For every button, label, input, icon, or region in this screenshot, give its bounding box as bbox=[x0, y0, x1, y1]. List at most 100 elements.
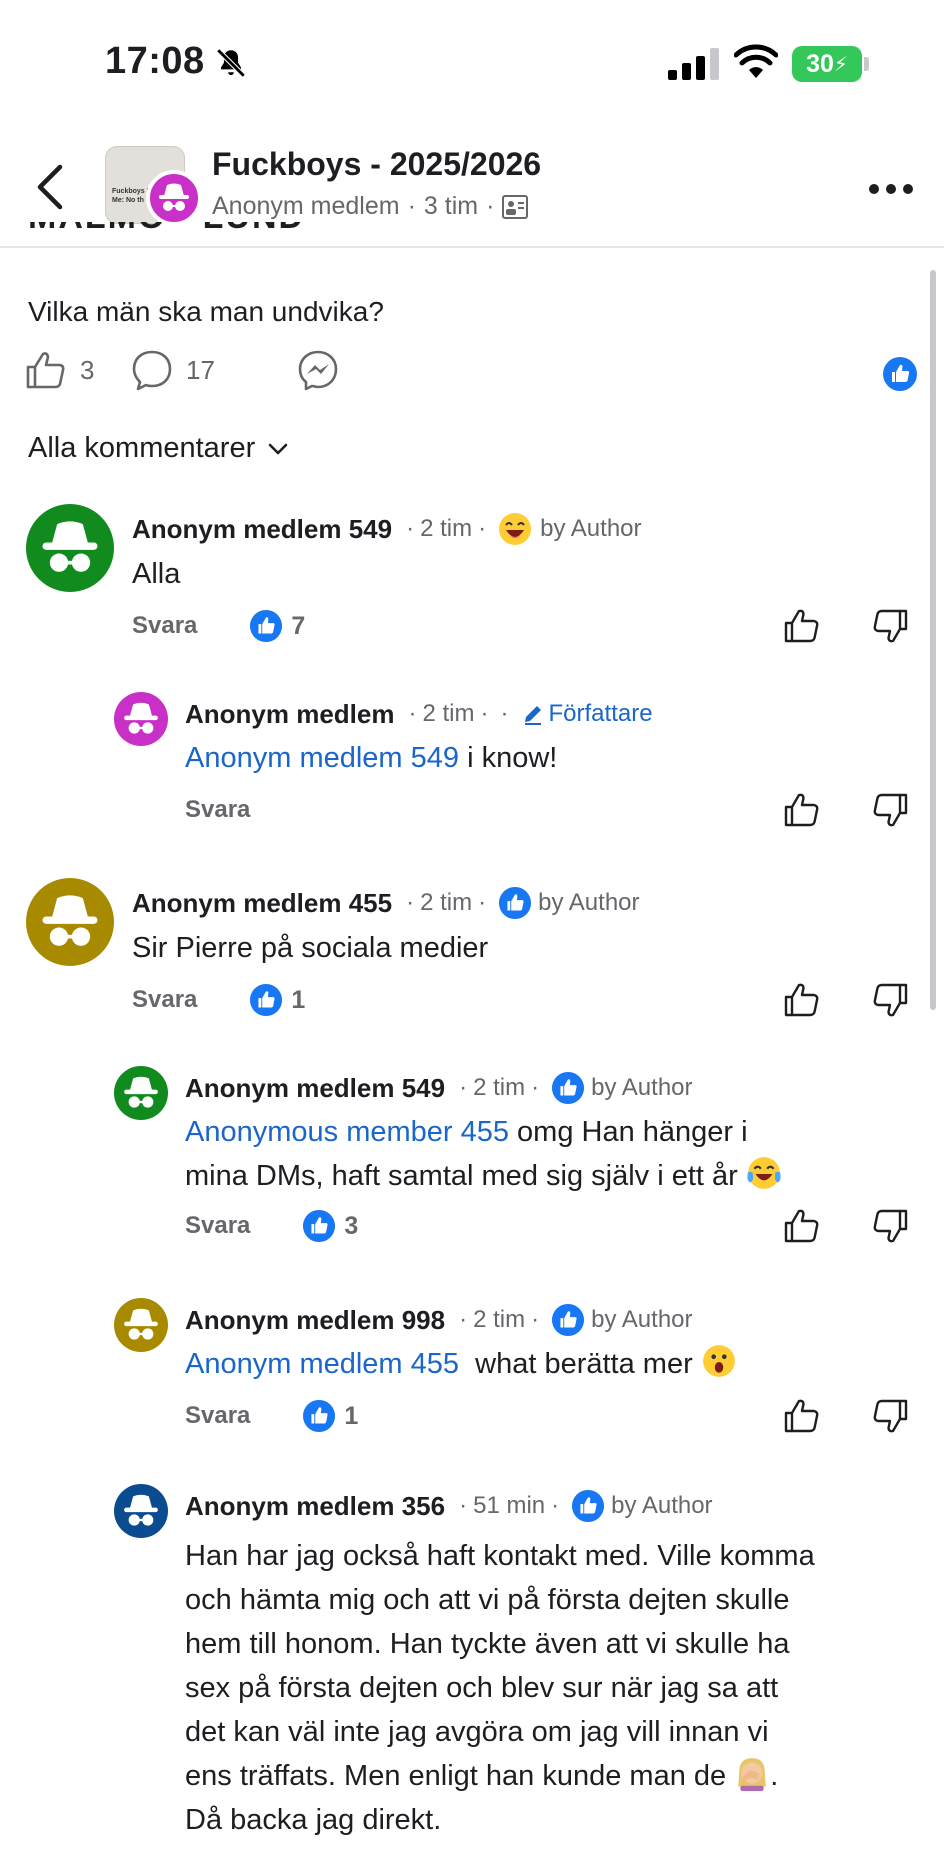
comment-body: Alla bbox=[132, 558, 181, 590]
post-comment-button[interactable]: 17 bbox=[130, 348, 215, 392]
commenter-name[interactable]: Anonym medlem 549 bbox=[132, 514, 392, 545]
group-title[interactable]: Fuckboys - 2025/2026 bbox=[212, 146, 541, 183]
downvote-icon[interactable] bbox=[870, 1396, 910, 1436]
upvote-icon[interactable] bbox=[782, 606, 822, 646]
like-reaction-badge-icon[interactable] bbox=[882, 356, 918, 392]
comment-footer: Svara 1 bbox=[132, 980, 305, 1020]
post-actions: 3 17 bbox=[24, 348, 924, 398]
comment-header: Anonym medlem 998 · 2 tim · by Author bbox=[185, 1298, 693, 1342]
comment-age: 2 tim bbox=[422, 700, 475, 727]
bell-off-icon bbox=[216, 48, 246, 78]
tears-of-joy-icon bbox=[747, 1157, 781, 1189]
commenter-name[interactable]: Anonym medlem 455 bbox=[132, 888, 392, 919]
comment-reactions[interactable]: 1 bbox=[302, 1399, 358, 1433]
comment-sort-label: Alla kommentarer bbox=[28, 432, 256, 464]
reaction-count: 7 bbox=[291, 611, 306, 640]
anonymous-icon bbox=[124, 1494, 158, 1526]
back-chevron-icon[interactable] bbox=[30, 162, 70, 212]
comment-age: 2 tim bbox=[473, 1306, 526, 1333]
upvote-icon[interactable] bbox=[782, 790, 822, 830]
downvote-icon[interactable] bbox=[870, 606, 910, 646]
battery-indicator: 30 ⚡ bbox=[792, 46, 862, 82]
post-meta: Anonym medlem · 3 tim · bbox=[212, 192, 529, 221]
post-body: Vilka män ska man undvika? bbox=[28, 296, 384, 327]
reply-button[interactable]: Svara bbox=[185, 1402, 250, 1430]
reply-button[interactable]: Svara bbox=[185, 1212, 250, 1240]
status-time: 17:08 bbox=[105, 40, 205, 82]
author-reaction-label: by Author bbox=[538, 889, 640, 916]
reaction-count: 1 bbox=[291, 985, 306, 1014]
commenter-avatar[interactable] bbox=[114, 1066, 168, 1120]
upvote-icon[interactable] bbox=[782, 1206, 822, 1246]
anonymous-icon bbox=[124, 1308, 158, 1340]
pencil-icon bbox=[524, 706, 541, 725]
comment-body: Anonym medlem 455 what berätta mer bbox=[185, 1342, 737, 1386]
comment-footer: Svara bbox=[185, 790, 250, 830]
like-reaction-icon bbox=[552, 1071, 585, 1105]
post-like-button[interactable]: 3 bbox=[24, 348, 94, 392]
more-options-icon[interactable] bbox=[868, 182, 914, 196]
commenter-avatar[interactable] bbox=[114, 1298, 168, 1352]
comment-body: Han har jag också haft kontakt med. Vill… bbox=[185, 1540, 815, 1836]
reply-button[interactable]: Svara bbox=[132, 612, 197, 640]
comment-body: Anonymous member 455 omg Han hänger i mi… bbox=[185, 1110, 782, 1198]
battery-cap bbox=[864, 57, 869, 71]
author-reaction-label: by Author bbox=[611, 1492, 713, 1519]
reply-button[interactable]: Svara bbox=[132, 986, 197, 1014]
messenger-icon bbox=[298, 350, 338, 391]
like-reaction-icon bbox=[499, 886, 532, 920]
surprised-face-icon bbox=[702, 1345, 735, 1377]
commenter-avatar[interactable] bbox=[114, 1484, 168, 1538]
author-reaction-label: by Author bbox=[591, 1074, 693, 1101]
anonymous-icon bbox=[124, 702, 158, 734]
downvote-icon[interactable] bbox=[870, 980, 910, 1020]
comment-age: 2 tim bbox=[473, 1074, 526, 1101]
mention-link[interactable]: Anonym medlem 549 bbox=[185, 742, 459, 774]
comment-header: Anonym medlem 549 · 2 tim · by Author bbox=[185, 1066, 693, 1110]
reaction-count: 1 bbox=[344, 1401, 359, 1430]
status-bar: 17:08 30 ⚡ bbox=[0, 0, 944, 128]
laughing-face-icon bbox=[499, 513, 532, 545]
comment-age: 51 min bbox=[473, 1492, 546, 1519]
commenter-avatar[interactable] bbox=[26, 504, 114, 592]
like-reaction-icon bbox=[303, 1399, 336, 1433]
comment-age: 2 tim bbox=[420, 889, 473, 916]
reply-button[interactable]: Svara bbox=[185, 796, 250, 824]
comment-bubble-icon bbox=[132, 350, 172, 391]
author-avatar[interactable] bbox=[146, 170, 202, 226]
comment-header: Anonym medlem 356 · 51 min · by Author bbox=[185, 1484, 713, 1528]
author-reaction-label: by Author bbox=[591, 1306, 693, 1333]
anonymous-icon bbox=[124, 1076, 158, 1108]
woman-facepalming-icon bbox=[738, 1758, 766, 1791]
comment-reactions[interactable]: 1 bbox=[249, 983, 305, 1017]
commenter-name[interactable]: Anonym medlem bbox=[185, 699, 395, 730]
like-reaction-icon bbox=[250, 983, 283, 1017]
cropped-post-title: MALMÖ - LUND bbox=[28, 222, 328, 252]
mention-link[interactable]: Anonym medlem 455 bbox=[185, 1348, 459, 1380]
upvote-icon[interactable] bbox=[782, 1396, 822, 1436]
commenter-name[interactable]: Anonym medlem 356 bbox=[185, 1491, 445, 1522]
commenter-avatar[interactable] bbox=[114, 692, 168, 746]
wifi-icon bbox=[734, 44, 778, 78]
comment-reactions[interactable]: 3 bbox=[302, 1209, 358, 1243]
post-comment-count: 17 bbox=[186, 354, 215, 385]
author-reaction-label: by Author bbox=[540, 515, 642, 542]
downvote-icon[interactable] bbox=[870, 790, 910, 830]
mention-link[interactable]: Anonymous member 455 bbox=[185, 1116, 509, 1148]
commenter-name[interactable]: Anonym medlem 998 bbox=[185, 1305, 445, 1336]
post-author[interactable]: Anonym medlem bbox=[212, 192, 400, 221]
comment-footer: Svara 3 bbox=[185, 1206, 358, 1246]
comment-reactions[interactable]: 7 bbox=[249, 609, 305, 643]
anonymous-icon bbox=[42, 521, 98, 572]
reaction-count: 3 bbox=[344, 1211, 359, 1240]
post-share-messenger-button[interactable] bbox=[296, 348, 340, 392]
comment-sort-dropdown[interactable]: Alla kommentarer bbox=[28, 432, 289, 465]
downvote-icon[interactable] bbox=[870, 1206, 910, 1246]
comment-body: Anonym medlem 549 i know! bbox=[185, 742, 558, 774]
comment-header: Anonym medlem 455 · 2 tim · by Author bbox=[132, 878, 640, 928]
upvote-icon[interactable] bbox=[782, 980, 822, 1020]
scrollbar[interactable] bbox=[930, 270, 936, 1010]
like-reaction-icon bbox=[250, 609, 283, 643]
commenter-name[interactable]: Anonym medlem 549 bbox=[185, 1073, 445, 1104]
commenter-avatar[interactable] bbox=[26, 878, 114, 966]
